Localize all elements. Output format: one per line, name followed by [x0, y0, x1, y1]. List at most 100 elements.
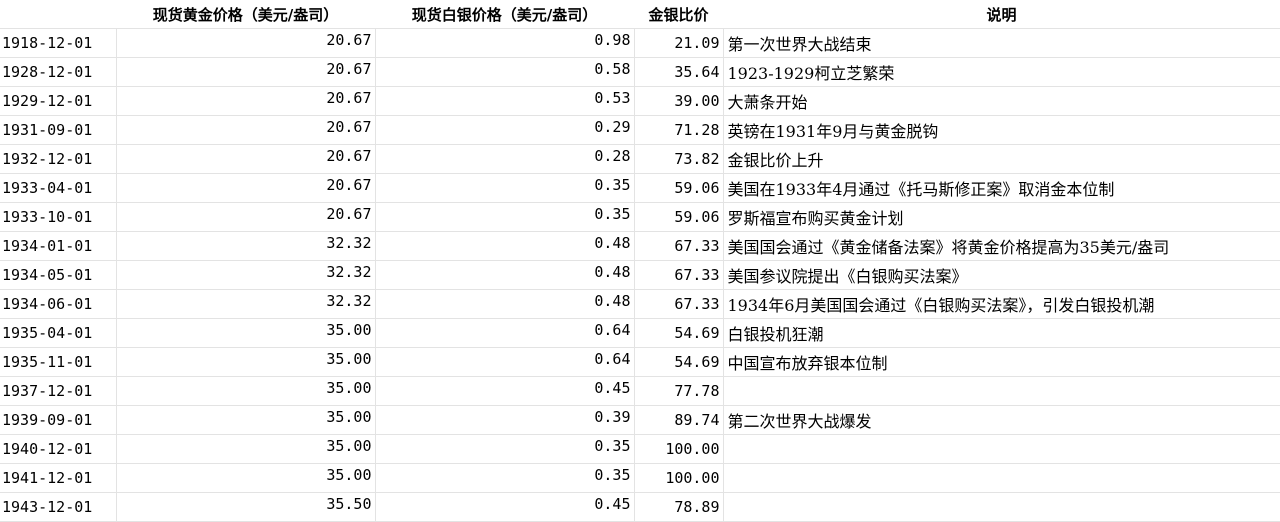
cell-note[interactable]: 1934年6月美国国会通过《白银购买法案》，引发白银投机潮	[723, 289, 1280, 319]
cell-ratio[interactable]: 100.00	[634, 434, 724, 464]
cell-gold-price[interactable]: 32.32	[116, 260, 376, 290]
cell-gold-price[interactable]: 20.67	[116, 57, 376, 87]
cell-gold-price[interactable]: 20.67	[116, 173, 376, 203]
cell-date[interactable]: 1933-04-01	[0, 173, 117, 203]
header-gold-silver-ratio[interactable]: 金银比价	[634, 0, 723, 29]
cell-silver-price[interactable]: 0.45	[375, 492, 635, 522]
cell-gold-price[interactable]: 35.00	[116, 434, 376, 464]
cell-silver-price[interactable]: 0.29	[375, 115, 635, 145]
table-row: 1933-04-01 20.67 0.35 59.06 美国在1933年4月通过《托马斯…	[0, 173, 1280, 203]
cell-date[interactable]: 1933-10-01	[0, 202, 117, 232]
cell-silver-price[interactable]: 0.58	[375, 57, 635, 87]
cell-note[interactable]: 1923-1929柯立芝繁荣	[723, 57, 1280, 87]
cell-date[interactable]: 1929-12-01	[0, 86, 117, 116]
cell-note[interactable]: 罗斯福宣布购买黄金计划	[723, 202, 1280, 232]
cell-ratio[interactable]: 54.69	[634, 318, 724, 348]
cell-note[interactable]	[723, 376, 1280, 406]
cell-silver-price[interactable]: 0.45	[375, 376, 635, 406]
spreadsheet: 现货黄金价格（美元/盎司） 现货白银价格（美元/盎司） 金银比价 说明 1918…	[0, 0, 1280, 522]
cell-gold-price[interactable]: 20.67	[116, 115, 376, 145]
cell-silver-price[interactable]: 0.64	[375, 347, 635, 377]
cell-note[interactable]: 第二次世界大战爆发	[723, 405, 1280, 435]
cell-silver-price[interactable]: 0.48	[375, 289, 635, 319]
cell-date[interactable]: 1931-09-01	[0, 115, 117, 145]
cell-ratio[interactable]: 67.33	[634, 289, 724, 319]
cell-ratio[interactable]: 35.64	[634, 57, 724, 87]
cell-ratio[interactable]: 67.33	[634, 231, 724, 261]
cell-ratio[interactable]: 54.69	[634, 347, 724, 377]
cell-ratio[interactable]: 89.74	[634, 405, 724, 435]
cell-note[interactable]	[723, 434, 1280, 464]
cell-ratio[interactable]: 21.09	[634, 28, 724, 58]
cell-silver-price[interactable]: 0.48	[375, 231, 635, 261]
cell-silver-price[interactable]: 0.35	[375, 463, 635, 493]
cell-ratio[interactable]: 78.89	[634, 492, 724, 522]
cell-gold-price[interactable]: 20.67	[116, 86, 376, 116]
cell-date[interactable]: 1935-11-01	[0, 347, 117, 377]
header-gold-price[interactable]: 现货黄金价格（美元/盎司）	[116, 0, 375, 29]
cell-note[interactable]: 美国参议院提出《白银购买法案》	[723, 260, 1280, 290]
cell-silver-price[interactable]: 0.98	[375, 28, 635, 58]
cell-gold-price[interactable]: 35.00	[116, 347, 376, 377]
cell-gold-price[interactable]: 35.00	[116, 376, 376, 406]
cell-date[interactable]: 1934-01-01	[0, 231, 117, 261]
cell-gold-price[interactable]: 20.67	[116, 144, 376, 174]
cell-date[interactable]: 1941-12-01	[0, 463, 117, 493]
cell-date[interactable]: 1943-12-01	[0, 492, 117, 522]
cell-date[interactable]: 1918-12-01	[0, 28, 117, 58]
cell-note[interactable]: 美国在1933年4月通过《托马斯修正案》取消金本位制	[723, 173, 1280, 203]
cell-gold-price[interactable]: 35.00	[116, 463, 376, 493]
cell-ratio[interactable]: 73.82	[634, 144, 724, 174]
cell-gold-price[interactable]: 35.00	[116, 318, 376, 348]
cell-date[interactable]: 1934-05-01	[0, 260, 117, 290]
header-date[interactable]	[0, 0, 116, 29]
cell-note[interactable]: 大萧条开始	[723, 86, 1280, 116]
cell-ratio[interactable]: 59.06	[634, 202, 724, 232]
cell-gold-price[interactable]: 32.32	[116, 289, 376, 319]
cell-ratio[interactable]: 77.78	[634, 376, 724, 406]
cell-gold-price[interactable]: 35.00	[116, 405, 376, 435]
header-silver-price[interactable]: 现货白银价格（美元/盎司）	[375, 0, 634, 29]
cell-gold-price[interactable]: 20.67	[116, 202, 376, 232]
header-row: 现货黄金价格（美元/盎司） 现货白银价格（美元/盎司） 金银比价 说明	[0, 0, 1280, 29]
cell-note[interactable]: 第一次世界大战结束	[723, 28, 1280, 58]
cell-note[interactable]: 中国宣布放弃银本位制	[723, 347, 1280, 377]
cell-gold-price[interactable]: 20.67	[116, 28, 376, 58]
cell-note[interactable]	[723, 463, 1280, 493]
table-row: 1934-01-01 32.32 0.48 67.33 美国国会通过《黄金储备法案》将黄…	[0, 231, 1280, 261]
cell-silver-price[interactable]: 0.28	[375, 144, 635, 174]
table-row: 1935-04-01 35.00 0.64 54.69 白银投机狂潮	[0, 318, 1280, 348]
cell-date[interactable]: 1928-12-01	[0, 57, 117, 87]
cell-date[interactable]: 1939-09-01	[0, 405, 117, 435]
cell-date[interactable]: 1940-12-01	[0, 434, 117, 464]
header-note[interactable]: 说明	[723, 0, 1280, 29]
cell-ratio[interactable]: 39.00	[634, 86, 724, 116]
cell-ratio[interactable]: 71.28	[634, 115, 724, 145]
cell-silver-price[interactable]: 0.64	[375, 318, 635, 348]
cell-ratio[interactable]: 67.33	[634, 260, 724, 290]
cell-date[interactable]: 1934-06-01	[0, 289, 117, 319]
cell-gold-price[interactable]: 32.32	[116, 231, 376, 261]
cell-silver-price[interactable]: 0.53	[375, 86, 635, 116]
cell-ratio[interactable]: 59.06	[634, 173, 724, 203]
table-row: 1931-09-01 20.67 0.29 71.28 英镑在1931年9月与黄金脱钩	[0, 115, 1280, 145]
cell-note[interactable]: 金银比价上升	[723, 144, 1280, 174]
cell-silver-price[interactable]: 0.35	[375, 434, 635, 464]
cell-date[interactable]: 1935-04-01	[0, 318, 117, 348]
cell-note[interactable]: 美国国会通过《黄金储备法案》将黄金价格提高为35美元/盎司	[723, 231, 1280, 261]
cell-note[interactable]: 白银投机狂潮	[723, 318, 1280, 348]
cell-date[interactable]: 1932-12-01	[0, 144, 117, 174]
cell-silver-price[interactable]: 0.35	[375, 202, 635, 232]
cell-note[interactable]: 英镑在1931年9月与黄金脱钩	[723, 115, 1280, 145]
cell-ratio[interactable]: 100.00	[634, 463, 724, 493]
cell-silver-price[interactable]: 0.35	[375, 173, 635, 203]
cell-silver-price[interactable]: 0.39	[375, 405, 635, 435]
table-row: 1933-10-01 20.67 0.35 59.06 罗斯福宣布购买黄金计划	[0, 202, 1280, 232]
cell-note[interactable]	[723, 492, 1280, 522]
cell-date[interactable]: 1937-12-01	[0, 376, 117, 406]
cell-silver-price[interactable]: 0.48	[375, 260, 635, 290]
table-row: 1941-12-01 35.00 0.35 100.00	[0, 463, 1280, 493]
table-row: 1935-11-01 35.00 0.64 54.69 中国宣布放弃银本位制	[0, 347, 1280, 377]
table-row: 1940-12-01 35.00 0.35 100.00	[0, 434, 1280, 464]
cell-gold-price[interactable]: 35.50	[116, 492, 376, 522]
